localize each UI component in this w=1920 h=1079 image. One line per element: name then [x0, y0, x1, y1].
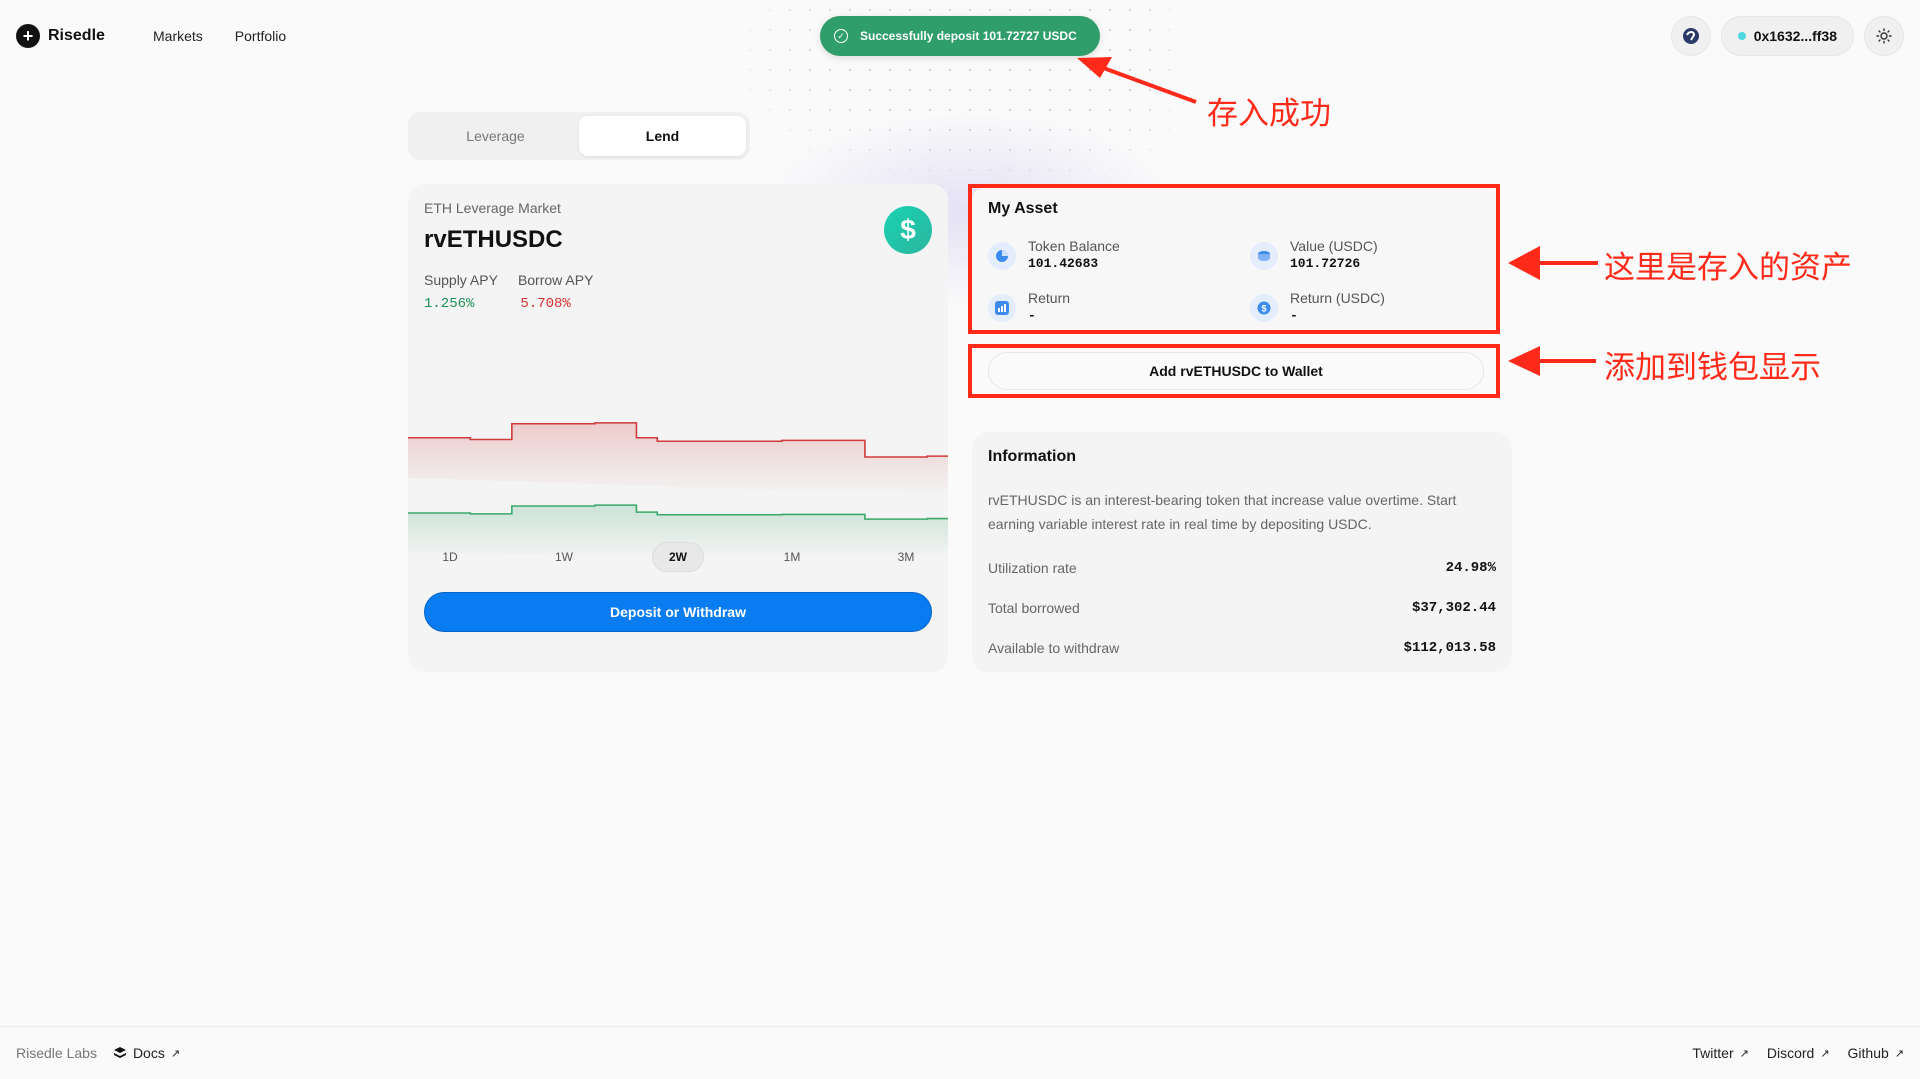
- main-nav: Markets Portfolio: [153, 28, 286, 44]
- available-to-withdraw-value: $112,013.58: [1403, 640, 1496, 656]
- nav-portfolio[interactable]: Portfolio: [235, 28, 286, 44]
- brand[interactable]: + Risedle: [16, 24, 105, 48]
- footer-docs-link[interactable]: Docs ↗: [113, 1045, 180, 1061]
- toast-message: Successfully deposit 101.72727 USDC: [860, 29, 1077, 43]
- tab-lend[interactable]: Lend: [579, 116, 746, 156]
- available-to-withdraw-label: Available to withdraw: [988, 640, 1120, 656]
- borrow-apy-label: Borrow APY: [517, 272, 594, 288]
- time-range-selector: 1D 1W 2W 1M 3M: [424, 542, 932, 572]
- range-3m[interactable]: 3M: [880, 542, 932, 572]
- deposit-withdraw-button[interactable]: Deposit or Withdraw: [424, 592, 932, 632]
- arrow-to-add-wallet: [1508, 346, 1596, 376]
- range-1d[interactable]: 1D: [424, 542, 476, 572]
- footer: Risedle Labs Docs ↗ Twitter ↗ Discord ↗ Gi…: [0, 1026, 1920, 1079]
- success-toast[interactable]: ✓ Successfully deposit 101.72727 USDC: [820, 16, 1100, 56]
- total-borrowed-row: Total borrowed $37,302.44: [988, 600, 1496, 616]
- market-title: rvETHUSDC: [424, 226, 563, 253]
- borrow-apy-value: 5.708%: [520, 296, 571, 312]
- information-title: Information: [988, 448, 1076, 465]
- usdc-dollar-icon: $: [884, 206, 932, 254]
- range-2w[interactable]: 2W: [652, 542, 704, 572]
- market-subtitle: ETH Leverage Market: [424, 200, 561, 216]
- information-card: Information rvETHUSDC is an interest-bea…: [972, 432, 1512, 672]
- annotation-deposit-success: 存入成功: [1207, 96, 1331, 132]
- total-borrowed-value: $37,302.44: [1411, 600, 1496, 616]
- utilization-rate-row: Utilization rate 24.98%: [988, 560, 1496, 576]
- theme-toggle-button[interactable]: [1864, 16, 1904, 56]
- series-0-area: [408, 422, 948, 497]
- check-circle-icon: ✓: [834, 29, 848, 43]
- risedle-logo-icon: +: [16, 24, 40, 48]
- annotation-add-to-wallet: 添加到钱包显示: [1604, 350, 1821, 386]
- my-asset-highlight-box: [968, 184, 1500, 334]
- footer-right: Twitter ↗ Discord ↗ Github ↗: [1692, 1045, 1904, 1061]
- footer-twitter-link[interactable]: Twitter ↗: [1692, 1045, 1748, 1061]
- apy-labels: Supply APY Borrow APY: [424, 272, 593, 288]
- network-button[interactable]: [1670, 16, 1711, 56]
- utilization-rate-label: Utilization rate: [988, 560, 1077, 576]
- arrow-to-asset: [1508, 246, 1598, 280]
- header-actions: 0x1632...ff38: [1670, 16, 1904, 56]
- market-card: ETH Leverage Market rvETHUSDC $ Supply A…: [408, 184, 948, 672]
- mode-tabs: Leverage Lend: [408, 112, 750, 160]
- annotation-deposited-asset: 这里是存入的资产: [1604, 250, 1852, 286]
- supply-apy-label: Supply APY: [424, 272, 498, 288]
- footer-left: Risedle Labs Docs ↗: [16, 1045, 180, 1061]
- external-link-icon: ↗: [170, 1047, 181, 1060]
- nav-markets[interactable]: Markets: [153, 28, 203, 44]
- network-icon: [1682, 28, 1699, 44]
- utilization-rate-value: 24.98%: [1445, 560, 1496, 576]
- external-link-icon: ↗: [1739, 1047, 1749, 1060]
- footer-github-link[interactable]: Github ↗: [1848, 1045, 1904, 1061]
- supply-apy-value: 1.256%: [424, 296, 475, 312]
- footer-labs: Risedle Labs: [16, 1045, 97, 1061]
- sun-icon: [1876, 28, 1892, 44]
- external-link-icon: ↗: [1820, 1047, 1830, 1060]
- add-wallet-highlight-box: [968, 344, 1500, 398]
- range-1w[interactable]: 1W: [538, 542, 590, 572]
- footer-twitter-label: Twitter: [1692, 1045, 1734, 1061]
- footer-docs-label: Docs: [132, 1045, 165, 1061]
- book-icon: [113, 1047, 126, 1058]
- wallet-address: 0x1632...ff38: [1753, 28, 1837, 44]
- footer-discord-label: Discord: [1766, 1045, 1815, 1061]
- information-description: rvETHUSDC is an interest-bearing token t…: [988, 492, 1457, 532]
- wallet-button[interactable]: 0x1632...ff38: [1720, 16, 1854, 56]
- available-to-withdraw-row: Available to withdraw $112,013.58: [988, 640, 1496, 656]
- connected-dot-icon: [1737, 32, 1746, 40]
- apy-values: 1.256% 5.708%: [424, 296, 571, 312]
- total-borrowed-label: Total borrowed: [988, 600, 1080, 616]
- external-link-icon: ↗: [1894, 1047, 1904, 1060]
- footer-github-label: Github: [1847, 1045, 1889, 1061]
- brand-name: Risedle: [48, 27, 105, 44]
- footer-discord-link[interactable]: Discord ↗: [1767, 1045, 1830, 1061]
- tab-leverage[interactable]: Leverage: [412, 116, 579, 156]
- apy-history-chart: [408, 422, 948, 559]
- range-1m[interactable]: 1M: [766, 542, 818, 572]
